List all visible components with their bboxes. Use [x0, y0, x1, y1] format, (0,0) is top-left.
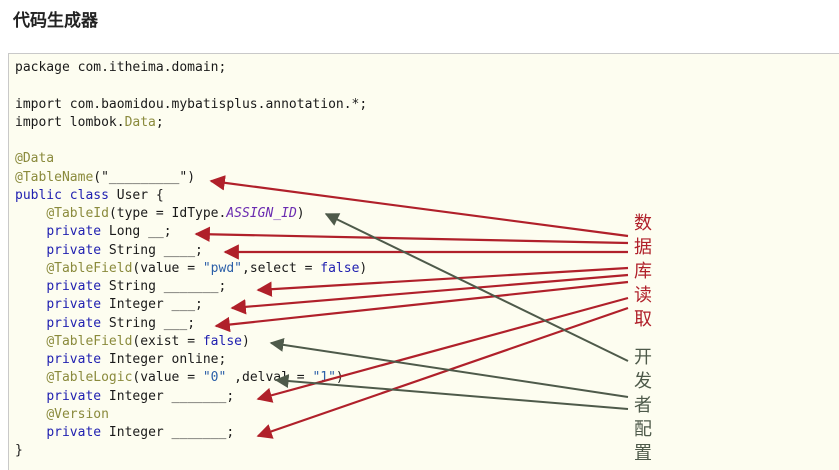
code-token: )	[335, 370, 344, 386]
code-token: private	[46, 425, 102, 440]
code-line: private Long __;	[15, 223, 172, 241]
code-token: ASSIGN_ID	[226, 206, 297, 221]
code-token: private	[46, 279, 102, 294]
label-char: 取	[634, 309, 652, 330]
code-token: String ____;	[101, 242, 203, 258]
code-line: private String ____;	[15, 242, 203, 260]
code-token: Integer online;	[101, 352, 227, 367]
code-line: @TableLogic(value = "0" ,delval = "1")	[15, 369, 344, 387]
code-token: ,select =	[242, 260, 321, 276]
code-token: (value =	[132, 370, 203, 386]
code-token: String ___;	[101, 315, 196, 331]
code-token: private	[46, 315, 102, 331]
code-token: "pwd"	[202, 260, 242, 276]
label-char: 发	[634, 371, 652, 392]
code-token: ;	[155, 114, 164, 130]
code-line: import com.baomidou.mybatisplus.annotati…	[15, 96, 367, 114]
code-token: (exist =	[132, 333, 203, 349]
code-token: @TableField	[46, 333, 133, 349]
label-char: 库	[634, 261, 652, 282]
label-char: 者	[634, 395, 652, 416]
label-char: 开	[634, 347, 652, 368]
code-token: false	[320, 260, 360, 276]
code-token: private	[46, 224, 102, 240]
code-token: Data	[124, 114, 156, 130]
code-token: (type = IdType.	[108, 206, 227, 221]
code-line: import lombok.Data;	[15, 114, 164, 132]
code-token: import lombok.	[15, 114, 125, 130]
code-line: }	[15, 442, 23, 460]
code-token: )	[359, 260, 368, 276]
database-read-label: 数据库读取	[633, 212, 653, 332]
code-line: private Integer _______;	[15, 388, 234, 406]
code-token: (value =	[132, 260, 203, 276]
code-line: @TableField(exist = false)	[15, 333, 250, 351]
code-token: User {	[108, 187, 164, 203]
developer-config-label: 开发者配置	[633, 346, 653, 466]
code-line: @Data	[15, 150, 54, 168]
code-line: public class User {	[15, 187, 164, 205]
code-token: Integer ___;	[101, 297, 203, 313]
code-token: )	[242, 333, 250, 349]
label-char: 据	[634, 237, 652, 258]
code-token: package com.itheima.domain;	[15, 60, 227, 75]
code-line: private Integer _______;	[15, 424, 234, 442]
code-token: false	[202, 333, 242, 349]
code-line: private Integer ___;	[15, 296, 203, 314]
code-line: private String ___;	[15, 315, 195, 333]
code-line: private Integer online;	[15, 351, 226, 369]
code-token: @TableName	[15, 169, 94, 185]
code-token: import com.baomidou.mybatisplus.annotati…	[15, 96, 368, 112]
code-token: private	[46, 388, 102, 404]
code-token: private	[46, 352, 102, 367]
code-line: @TableId(type = IdType.ASSIGN_ID)	[15, 205, 305, 223]
code-line: package com.itheima.domain;	[15, 59, 226, 77]
code-token: @TableField	[46, 260, 133, 276]
code-token: @TableLogic	[46, 370, 133, 386]
label-char: 读	[634, 285, 652, 306]
code-token: )	[296, 206, 305, 221]
code-token: Integer _______;	[101, 425, 235, 440]
code-token: String _______;	[101, 279, 227, 294]
code-token: "0"	[202, 370, 227, 386]
code-token: @Data	[15, 151, 55, 167]
code-token: private	[46, 242, 102, 258]
code-line: @TableName("_________")	[15, 169, 195, 187]
code-token: }	[15, 443, 23, 459]
label-char: 数	[634, 213, 652, 234]
code-token: private	[46, 297, 102, 313]
code-token: Integer _______;	[101, 388, 235, 404]
code-line: @TableField(value = "pwd",select = false…	[15, 260, 367, 278]
code-token: @TableId	[46, 206, 109, 221]
code-token: ,delval =	[226, 370, 313, 386]
page-title: 代码生成器	[13, 11, 98, 31]
label-char: 置	[634, 443, 652, 464]
code-token: "1"	[312, 370, 336, 386]
code-token: public class	[15, 187, 109, 203]
code-line: private String _______;	[15, 278, 226, 296]
code-token: ("_________")	[93, 169, 196, 185]
code-token: @Version	[46, 406, 109, 422]
label-char: 配	[634, 419, 652, 440]
code-line: @Version	[15, 406, 109, 424]
code-token: Long __;	[101, 224, 172, 240]
